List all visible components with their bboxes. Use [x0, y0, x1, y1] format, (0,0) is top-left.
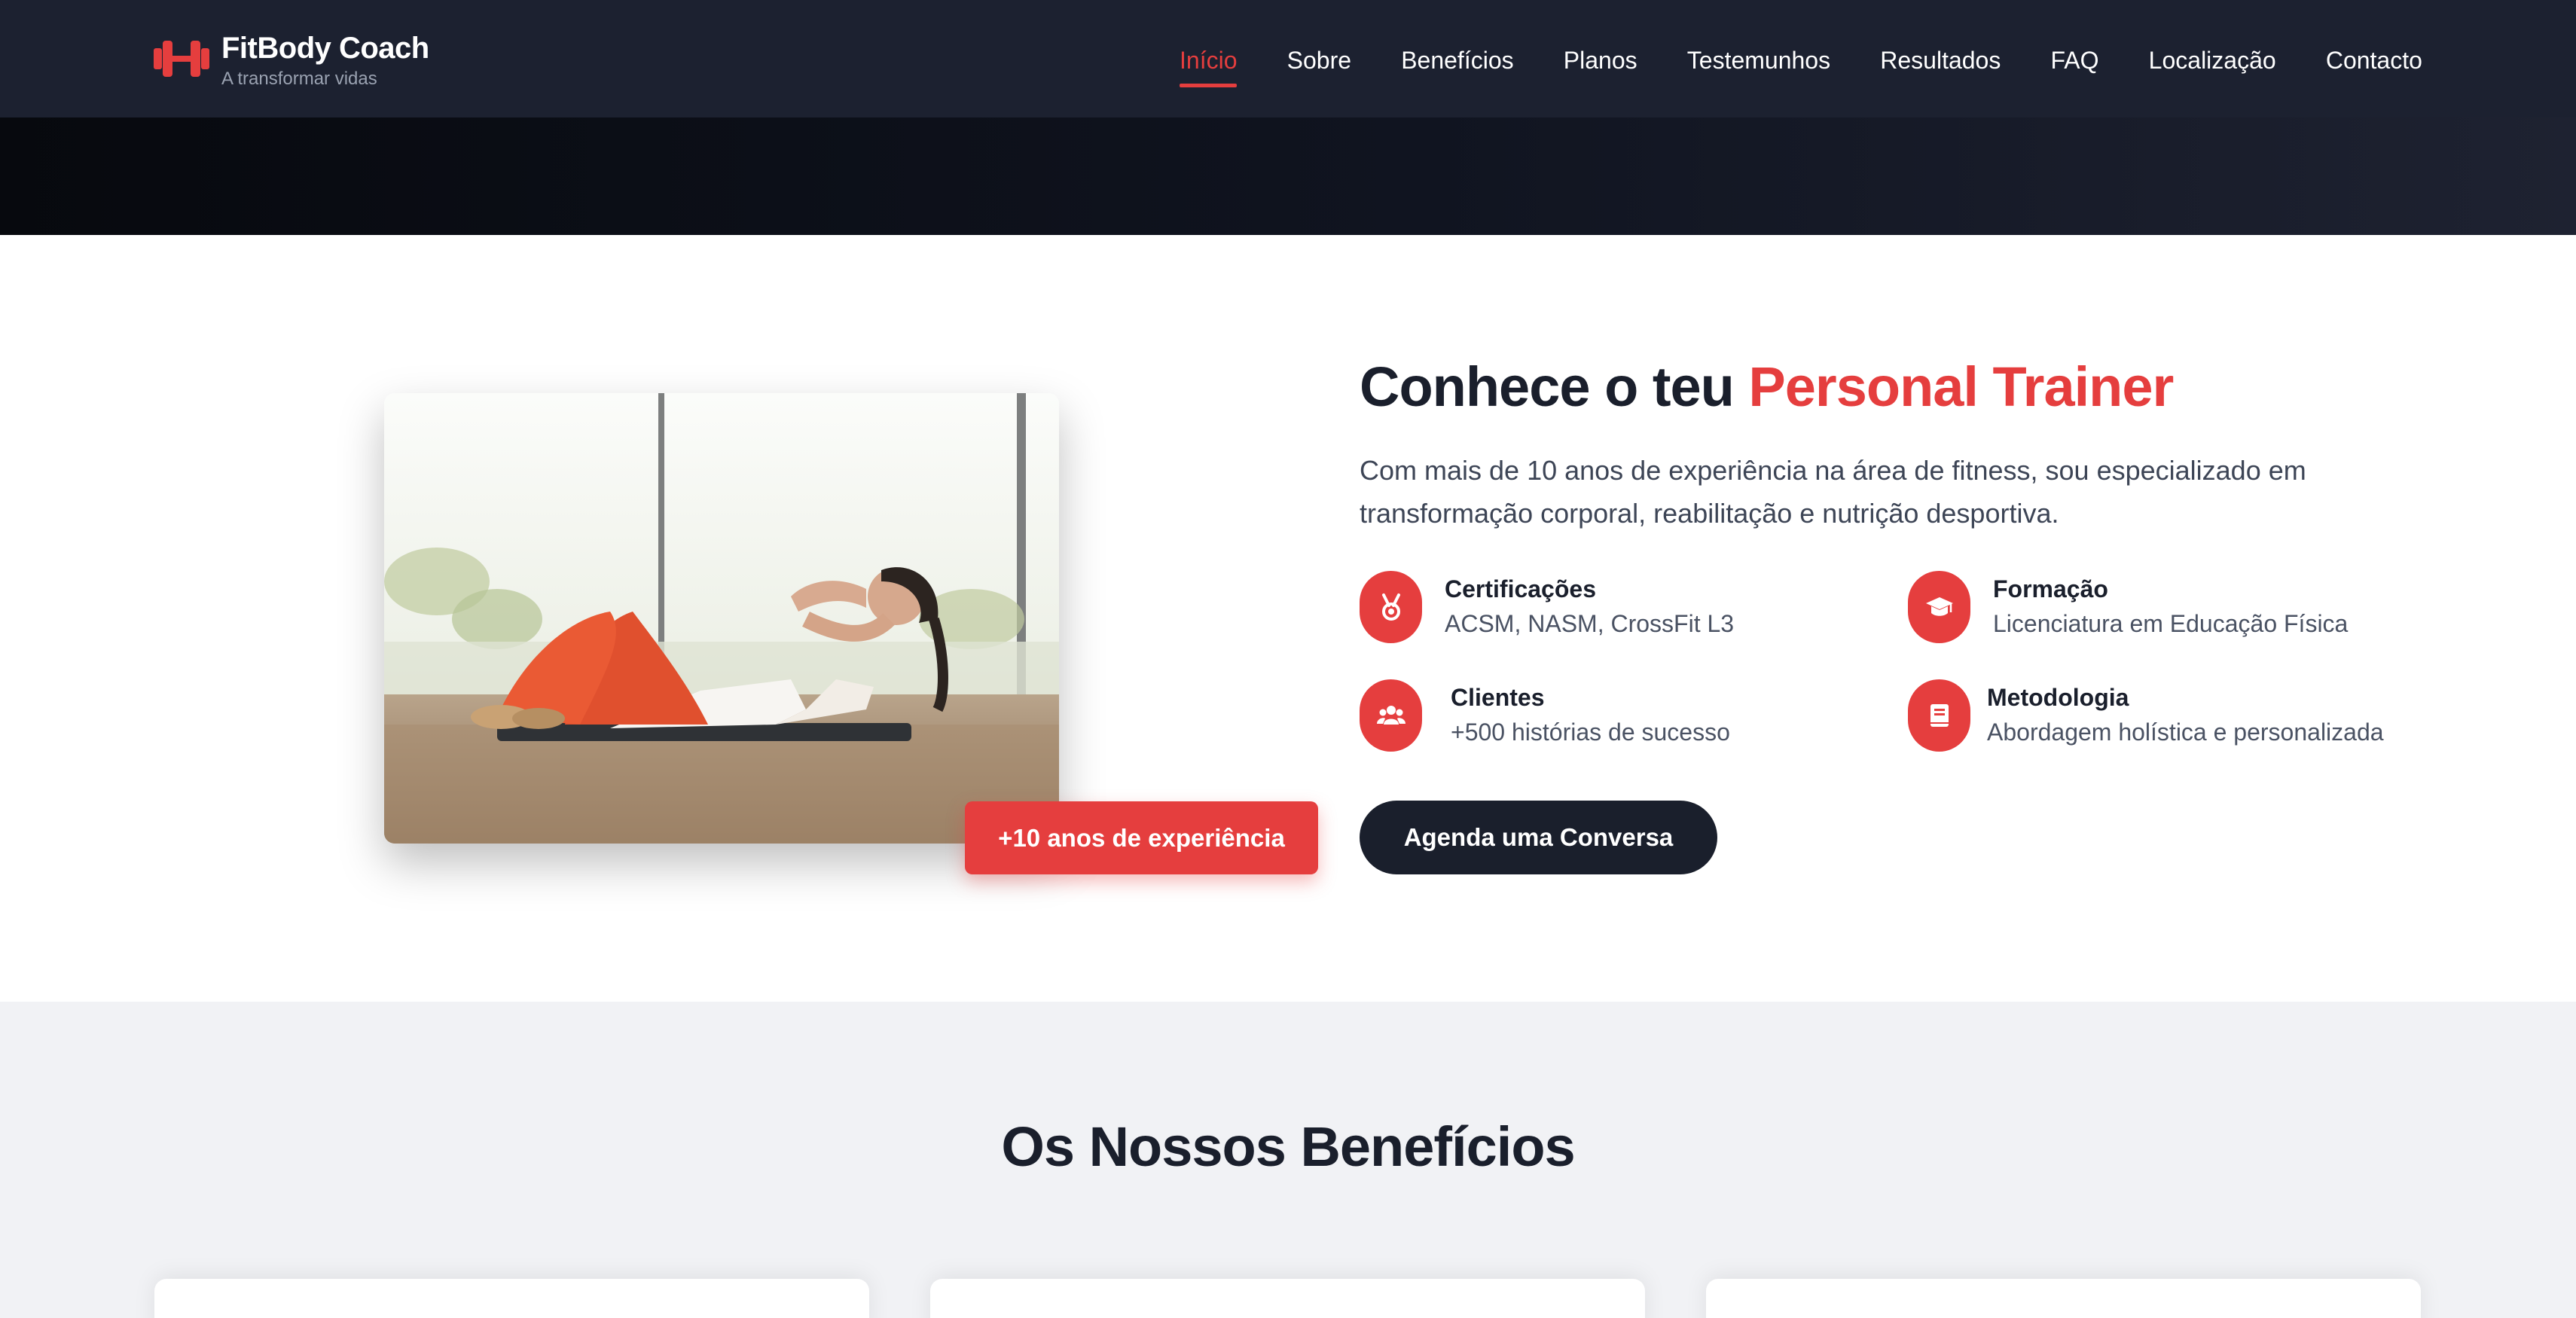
nav-item-sobre[interactable]: Sobre — [1287, 42, 1351, 78]
feature-title: Clientes — [1451, 684, 1545, 711]
nav-item-faq[interactable]: FAQ — [2051, 42, 2099, 78]
schedule-conversation-button[interactable]: Agenda uma Conversa — [1360, 801, 1717, 874]
nav-item-beneficios[interactable]: Benefícios — [1401, 42, 1513, 78]
feature-description: Abordagem holística e personalizada — [1987, 718, 2384, 746]
graduation-cap-icon — [1908, 571, 1970, 643]
book-icon — [1908, 679, 1970, 752]
feature-title: Formação — [1993, 575, 2108, 603]
experience-badge: +10 anos de experiência — [965, 801, 1318, 874]
nav-item-testemunhos[interactable]: Testemunhos — [1687, 42, 1830, 78]
feature-title: Metodologia — [1987, 684, 2129, 711]
nav-item-localizacao[interactable]: Localização — [2149, 42, 2276, 78]
about-description: Com mais de 10 anos de experiência na ár… — [1360, 455, 2306, 529]
about-title-accent: Personal Trainer — [1748, 355, 2174, 418]
dumbbell-icon — [154, 41, 209, 77]
feature-title: Certificações — [1445, 575, 1596, 603]
feature-description: +500 histórias de sucesso — [1451, 718, 1730, 746]
about-title: Conhece o teu Personal Trainer — [1360, 352, 2174, 422]
hero-banner-bottom — [0, 117, 2576, 235]
site-header: FitBody Coach A transformar vidas Início… — [0, 0, 2576, 117]
benefits-title: Os Nossos Benefícios — [1001, 1115, 1575, 1178]
trainer-photo — [384, 393, 1059, 844]
medal-icon — [1360, 571, 1422, 643]
nav-item-planos[interactable]: Planos — [1564, 42, 1637, 78]
brand-logo-link[interactable]: FitBody Coach A transformar vidas — [154, 29, 429, 90]
nav-item-contacto[interactable]: Contacto — [2326, 42, 2422, 78]
benefit-card — [1706, 1279, 2421, 1318]
feature-metodologia: Metodologia Abordagem holística e person… — [1908, 679, 2384, 752]
about-title-prefix: Conhece o teu — [1360, 355, 1735, 418]
nav-item-inicio[interactable]: Início — [1180, 42, 1238, 87]
feature-certificacoes: Certificações ACSM, NASM, CrossFit L3 — [1360, 571, 1734, 643]
main-nav: Início Sobre Benefícios Planos Testemunh… — [1180, 42, 2422, 87]
feature-description: Licenciatura em Educação Física — [1993, 610, 2349, 637]
benefits-section: Os Nossos Benefícios — [0, 1002, 2576, 1318]
benefit-card — [930, 1279, 1645, 1318]
nav-item-resultados[interactable]: Resultados — [1880, 42, 2001, 78]
feature-description: ACSM, NASM, CrossFit L3 — [1445, 610, 1735, 637]
feature-formacao: Formação Licenciatura em Educação Física — [1908, 571, 2348, 643]
benefit-card — [154, 1279, 869, 1318]
brand-tagline: A transformar vidas — [221, 69, 377, 89]
users-icon — [1360, 679, 1422, 752]
feature-clientes: Clientes +500 histórias de sucesso — [1360, 679, 1730, 752]
brand-name: FitBody Coach — [221, 32, 429, 65]
